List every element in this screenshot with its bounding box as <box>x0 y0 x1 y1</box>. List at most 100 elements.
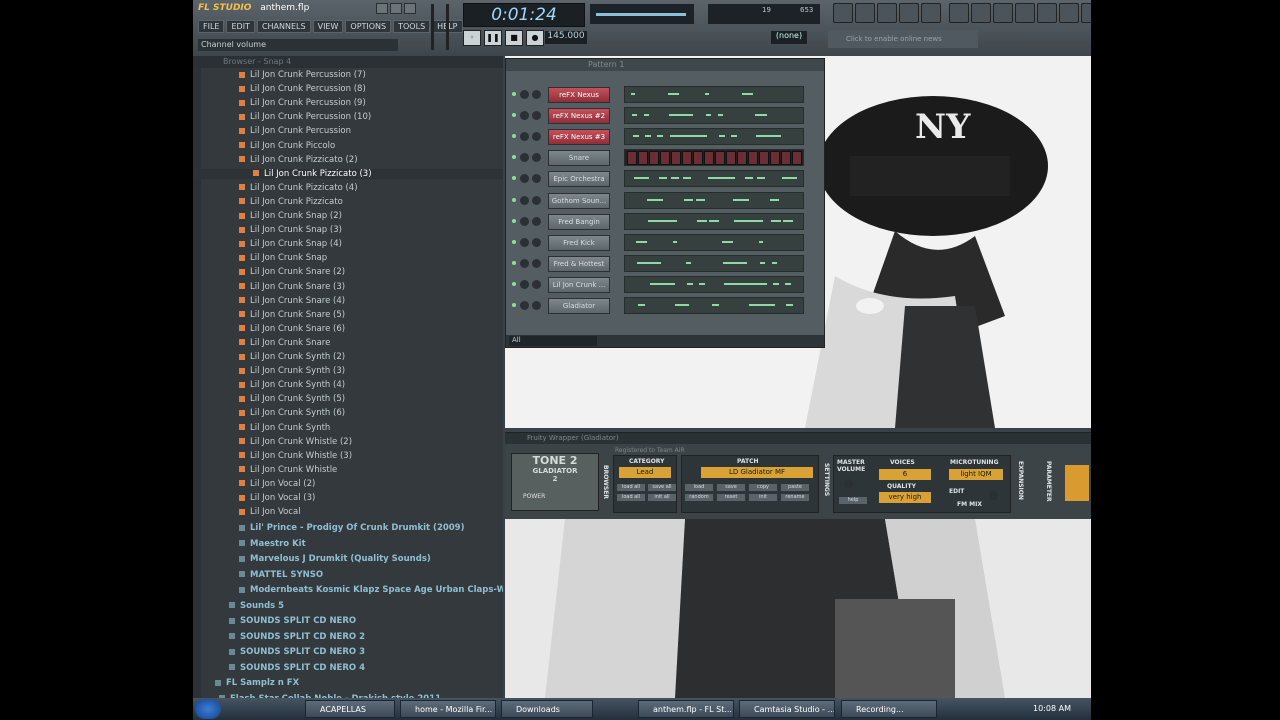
online-news-panel[interactable]: Click to enable online news <box>828 30 978 48</box>
browser-item[interactable]: Lil Jon Vocal (2) <box>193 479 503 489</box>
voices-select[interactable]: 6 <box>879 469 931 480</box>
maximize-button[interactable] <box>390 3 402 14</box>
browser-folder[interactable]: MATTEL SYNSO <box>193 570 503 580</box>
category-button[interactable]: load all <box>617 484 645 491</box>
step-button[interactable] <box>748 151 758 166</box>
menu-edit[interactable]: EDIT <box>226 20 255 33</box>
channel-button[interactable]: Gothom Soun... <box>548 192 610 209</box>
browser-folder[interactable]: FL Samplz n FX <box>193 678 503 688</box>
help-button[interactable]: help <box>839 497 867 504</box>
channel-pattern-grid[interactable] <box>624 275 804 293</box>
channel-button[interactable]: reFX Nexus <box>548 87 610 103</box>
channel-mute-led[interactable] <box>512 176 516 181</box>
playlist-icon[interactable] <box>833 3 853 23</box>
channel-volume-knob[interactable] <box>532 153 541 163</box>
master-pitch-slider[interactable] <box>446 4 449 50</box>
channel-volume-knob[interactable] <box>532 174 541 184</box>
browser-item[interactable]: Lil Jon Crunk Snare (6) <box>193 324 503 334</box>
power-button[interactable]: POWER <box>523 493 545 500</box>
piano-roll-icon[interactable] <box>877 3 897 23</box>
channel-pattern-grid[interactable] <box>624 191 804 209</box>
channel-pan-knob[interactable] <box>520 301 529 310</box>
pattern-selector[interactable]: (none) <box>771 31 807 44</box>
browser-folder[interactable]: SOUNDS SPLIT CD NERO 2 <box>193 632 503 642</box>
master-sliders[interactable] <box>428 2 458 52</box>
browser-folder[interactable]: Marvelous J Drumkit (Quality Sounds) <box>193 554 503 564</box>
browser-item[interactable]: Lil Jon Crunk Snare (2) <box>193 267 503 277</box>
channel-pan-knob[interactable] <box>520 195 529 205</box>
channel-pattern-grid[interactable] <box>624 254 804 272</box>
browser-item[interactable]: Lil Jon Crunk Snare (3) <box>193 282 503 292</box>
category-button[interactable]: save all <box>648 484 676 491</box>
minimize-button[interactable] <box>376 3 388 14</box>
step-button[interactable] <box>781 151 791 166</box>
parameter-tab[interactable]: PARAMETER <box>1045 461 1052 502</box>
browser-item[interactable]: Lil Jon Vocal (3) <box>193 493 503 503</box>
step-button[interactable] <box>715 151 725 166</box>
step-sequencer-title[interactable]: Pattern 1 <box>506 59 824 71</box>
settings-tab[interactable]: SETTINGS <box>823 463 830 496</box>
channel-pattern-grid[interactable] <box>624 212 804 230</box>
close-button[interactable] <box>404 3 416 14</box>
menu-options[interactable]: OPTIONS <box>345 20 392 33</box>
browser-item[interactable]: Lil Jon Crunk Whistle (2) <box>193 437 503 447</box>
step-button[interactable] <box>704 151 714 166</box>
step-button[interactable] <box>792 151 802 166</box>
channel-volume-knob[interactable] <box>532 132 541 142</box>
step-button[interactable] <box>660 151 670 166</box>
browser-item[interactable]: Lil Jon Crunk Snap (3) <box>193 225 503 235</box>
browser-item[interactable]: Lil Jon Crunk Percussion (10) <box>193 112 503 122</box>
export-icon[interactable] <box>993 3 1013 23</box>
browser-folder[interactable]: Maestro Kit <box>193 539 503 549</box>
browser-item[interactable]: Lil Jon Crunk Whistle (3) <box>193 451 503 461</box>
menu-tools[interactable]: TOOLS <box>393 20 431 33</box>
patch-button[interactable]: rename <box>781 494 809 501</box>
browser-item[interactable]: Lil Jon Crunk Snap <box>193 253 503 263</box>
browser-item[interactable]: Lil Jon Crunk Synth <box>193 423 503 433</box>
patch-button[interactable]: load <box>685 484 713 491</box>
channel-mute-led[interactable] <box>512 92 516 96</box>
step-button[interactable] <box>671 151 681 166</box>
browser-item[interactable]: Lil Jon Crunk Whistle <box>193 465 503 475</box>
patch-button[interactable]: save <box>717 484 745 491</box>
browser-folder[interactable]: SOUNDS SPLIT CD NERO 3 <box>193 647 503 657</box>
channel-button[interactable]: Snare <box>548 150 610 167</box>
channel-pan-knob[interactable] <box>520 237 529 247</box>
browser-item[interactable]: Lil Jon Crunk Synth (2) <box>193 352 503 362</box>
channel-pan-knob[interactable] <box>520 132 529 142</box>
channel-volume-knob[interactable] <box>532 216 541 226</box>
step-button[interactable] <box>770 151 780 166</box>
browser-item[interactable]: Lil Jon Crunk Snare (5) <box>193 310 503 320</box>
channel-volume-knob[interactable] <box>532 90 541 99</box>
channel-volume-knob[interactable] <box>532 237 541 247</box>
patch-button[interactable]: paste <box>781 484 809 491</box>
plugin-title[interactable]: Fruity Wrapper (Gladiator) <box>505 433 1091 444</box>
step-button[interactable] <box>759 151 769 166</box>
channel-mute-led[interactable] <box>512 134 516 139</box>
quality-select[interactable]: very high <box>879 492 931 503</box>
menu-view[interactable]: VIEW <box>312 20 344 33</box>
channel-button[interactable]: Fred Kick <box>548 234 610 251</box>
channel-mute-led[interactable] <box>512 260 516 265</box>
menu-channels[interactable]: CHANNELS <box>256 20 311 33</box>
step-button[interactable] <box>726 151 736 166</box>
tempo-display[interactable]: 145.000 <box>545 31 587 44</box>
channel-pan-knob[interactable] <box>520 90 529 99</box>
step-button[interactable] <box>682 151 692 166</box>
channel-mute-led[interactable] <box>512 197 516 202</box>
help-icon[interactable] <box>1081 3 1091 23</box>
channel-pattern-grid[interactable] <box>624 170 804 188</box>
taskbar-firefox[interactable]: home - Mozilla Fir... <box>400 700 496 718</box>
browser-item[interactable]: Lil Jon Crunk Synth (6) <box>193 408 503 418</box>
channel-volume-knob[interactable] <box>532 111 541 121</box>
edit-checkbox[interactable]: EDIT <box>949 488 964 495</box>
channel-button[interactable]: Fred & Hottest <box>548 255 610 272</box>
channel-volume-knob[interactable] <box>532 301 541 310</box>
save-icon[interactable] <box>971 3 991 23</box>
search-icon[interactable] <box>1037 3 1057 23</box>
mixer-icon[interactable] <box>921 3 941 23</box>
patch-button[interactable]: init <box>749 494 777 501</box>
category-select[interactable]: Lead <box>619 467 671 478</box>
browser-item[interactable]: Lil Jon Vocal <box>193 507 503 517</box>
browser-folder[interactable]: Modernbeats Kosmic Klapz Space Age Urban… <box>193 585 503 595</box>
